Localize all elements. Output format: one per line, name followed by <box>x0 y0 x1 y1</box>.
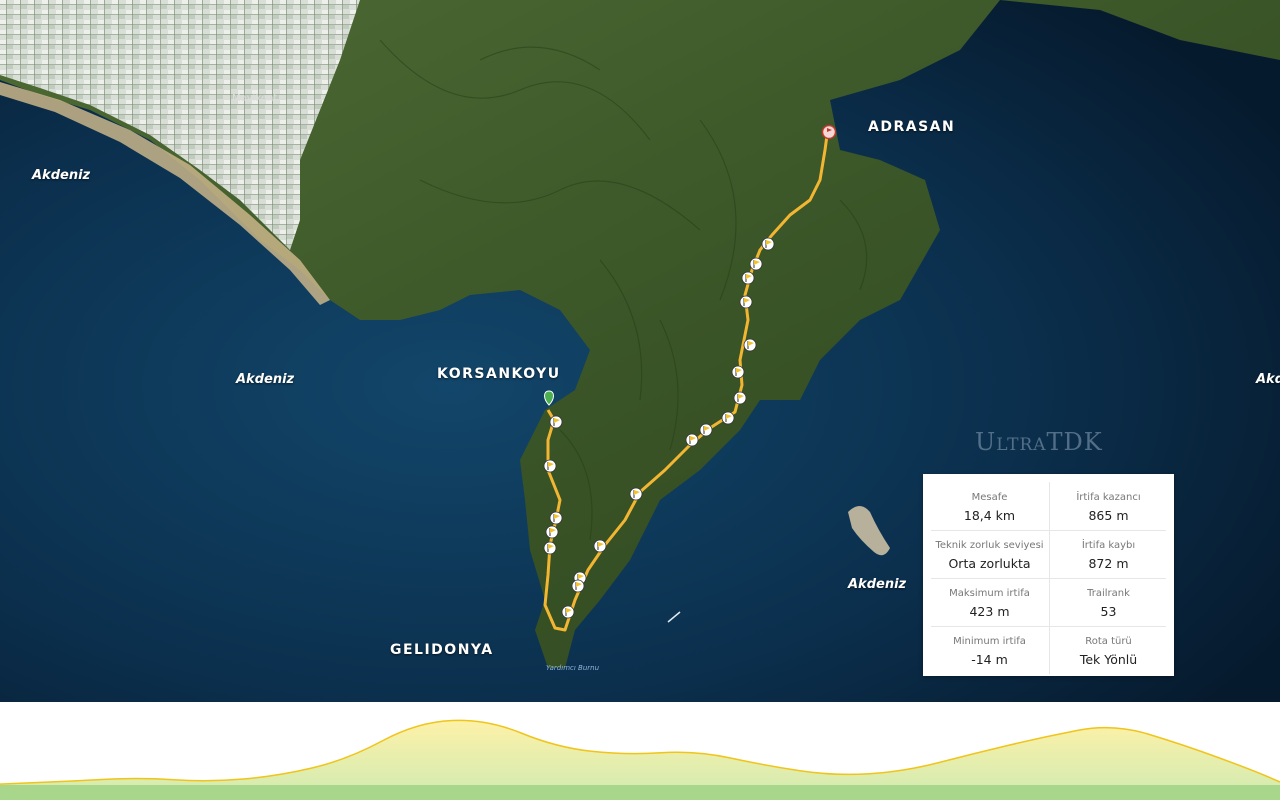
label-korsankoyu: KORSANKOYU <box>437 366 561 382</box>
stat-trailrank-label: Trailrank <box>1087 588 1130 599</box>
stat-route-type-label: Rota türü <box>1085 636 1132 647</box>
stat-trailrank-value: 53 <box>1100 604 1117 619</box>
yellow-flag-icon[interactable] <box>549 511 563 525</box>
stat-technical-label: Teknik zorluk seviyesi <box>935 540 1044 551</box>
stats-row-3: Maksimum irtifa 423 m Trailrank 53 <box>931 578 1166 627</box>
label-sea-right: Akdeniz <box>848 577 907 592</box>
yellow-flag-icon[interactable] <box>733 391 747 405</box>
stat-max-altitude-value: 423 m <box>969 604 1010 619</box>
stat-max-altitude-label: Maksimum irtifa <box>949 588 1030 599</box>
watermark-logo: UltraTDK <box>975 428 1103 456</box>
yellow-flag-icon[interactable] <box>731 365 745 379</box>
yellow-flag-icon[interactable] <box>543 541 557 555</box>
stat-min-altitude-label: Minimum irtifa <box>953 636 1026 647</box>
yellow-flag-icon[interactable] <box>543 459 557 473</box>
yellow-flag-icon[interactable] <box>685 433 699 447</box>
yellow-flag-icon[interactable] <box>561 605 575 619</box>
label-gelidonya: GELIDONYA <box>390 642 494 658</box>
yellow-flag-icon[interactable] <box>549 415 563 429</box>
stat-route-type: Rota türü Tek Yönlü <box>1049 626 1167 674</box>
yellow-flag-icon[interactable] <box>571 579 585 593</box>
stat-route-type-value: Tek Yönlü <box>1079 652 1138 667</box>
label-cape: Yardımcı Burnu <box>546 664 600 672</box>
stat-max-altitude: Maksimum irtifa 423 m <box>931 578 1048 626</box>
stats-row-2: Teknik zorluk seviyesi Orta zorlukta İrt… <box>931 530 1166 579</box>
yellow-flag-icon[interactable] <box>749 257 763 271</box>
label-sea-edge: Akd <box>1256 372 1280 387</box>
elevation-profile[interactable] <box>0 702 1280 800</box>
yellow-flag-icon[interactable] <box>761 237 775 251</box>
stat-trailrank: Trailrank 53 <box>1049 578 1167 626</box>
yellow-flag-icon[interactable] <box>743 338 757 352</box>
yellow-flag-icon[interactable] <box>739 295 753 309</box>
trail-stats-panel: Mesafe 18,4 km İrtifa kazancı 865 m Tekn… <box>923 474 1174 676</box>
yellow-flag-icon[interactable] <box>629 487 643 501</box>
red-finish-flag-icon <box>821 124 837 140</box>
profile-baseline <box>0 785 1280 800</box>
label-adrasan: ADRASAN <box>868 119 956 135</box>
stats-row-4: Minimum irtifa -14 m Rota türü Tek Yönlü <box>931 626 1166 674</box>
stat-gain-value: 865 m <box>1088 508 1129 523</box>
stats-row-1: Mesafe 18,4 km İrtifa kazancı 865 m <box>931 482 1166 531</box>
stat-distance-value: 18,4 km <box>963 508 1016 523</box>
stat-technical-value: Orta zorlukta <box>948 556 1031 571</box>
stat-min-altitude: Minimum irtifa -14 m <box>931 626 1048 674</box>
label-sea-left-mid: Akdeniz <box>236 372 295 387</box>
yellow-flag-icon[interactable] <box>545 525 559 539</box>
label-sea-left-top: Akdeniz <box>32 168 91 183</box>
stat-loss: İrtifa kaybı 872 m <box>1049 530 1167 578</box>
stat-gain-label: İrtifa kazancı <box>1076 492 1141 503</box>
yellow-flag-icon[interactable] <box>741 271 755 285</box>
stat-distance: Mesafe 18,4 km <box>931 482 1048 530</box>
end-marker[interactable] <box>821 124 837 140</box>
yellow-flag-icon[interactable] <box>699 423 713 437</box>
stat-distance-label: Mesafe <box>971 492 1008 503</box>
stat-loss-value: 872 m <box>1088 556 1129 571</box>
label-village: Mavikent <box>232 93 278 104</box>
stat-gain: İrtifa kazancı 865 m <box>1049 482 1167 530</box>
stat-technical: Teknik zorluk seviyesi Orta zorlukta <box>931 530 1048 578</box>
yellow-flag-icon[interactable] <box>593 539 607 553</box>
stat-min-altitude-value: -14 m <box>971 652 1008 667</box>
yellow-flag-icon[interactable] <box>721 411 735 425</box>
stat-loss-label: İrtifa kaybı <box>1081 540 1136 551</box>
